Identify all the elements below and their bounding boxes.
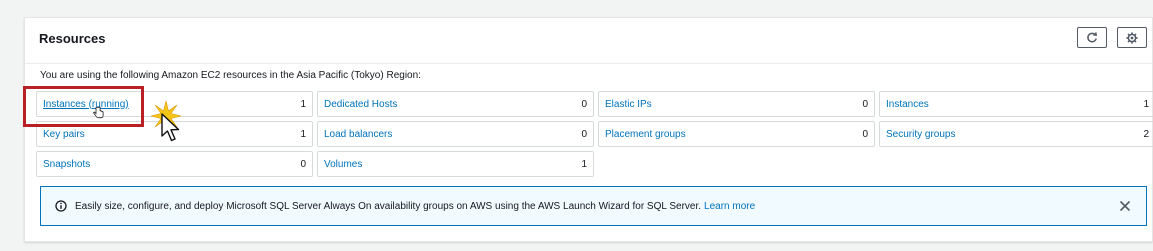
resource-count: 1 — [300, 128, 306, 140]
resource-volumes[interactable]: Volumes 1 — [317, 151, 594, 177]
resource-count: 0 — [581, 98, 587, 110]
refresh-icon — [1087, 31, 1097, 42]
refresh-button[interactable] — [1077, 27, 1107, 48]
resource-count: 0 — [581, 128, 587, 140]
resource-dedicated-hosts[interactable]: Dedicated Hosts 0 — [317, 91, 594, 117]
close-icon[interactable] — [1118, 199, 1132, 213]
resource-label[interactable]: Elastic IPs — [605, 99, 652, 110]
resource-label[interactable]: Placement groups — [605, 129, 686, 140]
resource-count: 0 — [862, 98, 868, 110]
arrow-cursor-icon — [161, 113, 180, 142]
resource-label[interactable]: Key pairs — [43, 129, 85, 140]
resource-label[interactable]: Instances — [886, 99, 929, 110]
resource-load-balancers[interactable]: Load balancers 0 — [317, 121, 594, 147]
resource-count: 1 — [1143, 98, 1149, 110]
info-alert: Easily size, configure, and deploy Micro… — [40, 186, 1147, 226]
resource-label[interactable]: Load balancers — [324, 129, 392, 140]
resource-snapshots[interactable]: Snapshots 0 — [36, 151, 313, 177]
resources-grid: Instances (running) 1 Dedicated Hosts 0 … — [36, 91, 1153, 177]
resource-count: 2 — [1143, 128, 1149, 140]
resource-label[interactable]: Snapshots — [43, 159, 90, 170]
panel-title: Resources — [39, 31, 106, 46]
resource-label[interactable]: Volumes — [324, 159, 362, 170]
resource-elastic-ips[interactable]: Elastic IPs 0 — [598, 91, 875, 117]
alert-text: Easily size, configure, and deploy Micro… — [75, 201, 755, 212]
resource-label[interactable]: Dedicated Hosts — [324, 99, 397, 110]
resource-label[interactable]: Security groups — [886, 129, 955, 140]
resource-instances[interactable]: Instances 1 — [879, 91, 1153, 117]
resource-security-groups[interactable]: Security groups 2 — [879, 121, 1153, 147]
learn-more-link[interactable]: Learn more — [704, 201, 755, 212]
resources-intro: You are using the following Amazon EC2 r… — [40, 70, 421, 81]
resource-count: 1 — [300, 98, 306, 110]
resource-count: 1 — [581, 158, 587, 170]
resource-placement-groups[interactable]: Placement groups 0 — [598, 121, 875, 147]
resources-panel: Resources You are using the following Am… — [24, 17, 1153, 242]
hand-cursor-icon — [93, 106, 104, 119]
resource-count: 0 — [862, 128, 868, 140]
settings-button[interactable] — [1117, 27, 1147, 48]
panel-header: Resources — [25, 18, 1152, 64]
alert-message: Easily size, configure, and deploy Micro… — [75, 200, 702, 212]
info-icon — [55, 200, 67, 212]
resource-label[interactable]: Instances (running) — [43, 99, 129, 110]
resource-count: 0 — [300, 158, 306, 170]
gear-icon — [1126, 31, 1138, 44]
